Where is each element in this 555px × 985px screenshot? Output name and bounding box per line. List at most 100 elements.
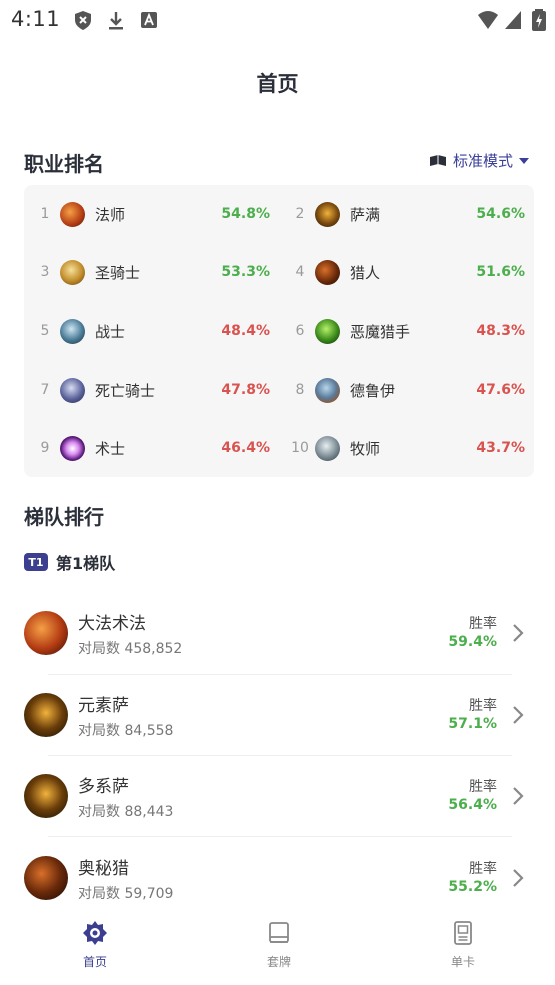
chevron-right-icon <box>513 787 524 805</box>
class-win-rate: 47.8% <box>221 382 270 398</box>
deck-games-count: 对局数 84,558 <box>78 723 174 739</box>
rank-number: 10 <box>291 440 309 456</box>
nav-decks[interactable]: 套牌 <box>229 920 329 970</box>
class-name: 萨满 <box>350 205 381 224</box>
class-rank-item[interactable]: 10 牧师 43.7% <box>283 428 533 468</box>
accessibility-icon <box>141 12 157 28</box>
page-title: 首页 <box>256 72 299 96</box>
class-win-rate: 53.3% <box>221 264 270 280</box>
shaman-deck-icon <box>24 693 68 737</box>
class-win-rate: 46.4% <box>221 440 270 456</box>
win-rate-label: 胜率 <box>469 861 497 877</box>
class-name: 术士 <box>95 439 126 458</box>
class-name: 德鲁伊 <box>350 381 396 400</box>
status-bar: 4:11 <box>0 0 555 40</box>
mage-class-icon <box>60 201 85 227</box>
rank-number: 2 <box>295 206 305 222</box>
chevron-right-icon <box>513 869 524 887</box>
hunter-deck-icon <box>24 856 68 900</box>
divider <box>48 836 512 837</box>
deck-list-item[interactable]: 大法术法 对局数 458,852 胜率 59.4% <box>24 593 534 673</box>
chevron-right-icon <box>513 706 524 724</box>
deck-games-count: 对局数 59,709 <box>78 886 174 902</box>
druid-class-icon <box>315 377 340 403</box>
deck-win-rate: 56.4% <box>448 797 497 813</box>
win-rate-label: 胜率 <box>469 698 497 714</box>
class-rank-item[interactable]: 5 战士 48.4% <box>28 311 278 351</box>
battery-icon <box>532 9 546 31</box>
class-win-rate: 51.6% <box>476 264 525 280</box>
book-icon <box>429 154 446 166</box>
download-icon <box>109 12 123 30</box>
chevron-right-icon <box>513 624 524 642</box>
class-name: 恶魔猎手 <box>350 322 411 341</box>
signal-icon <box>505 11 521 29</box>
rank-number: 5 <box>40 323 50 339</box>
class-name: 法师 <box>95 205 126 224</box>
warrior-class-icon <box>60 318 85 344</box>
rank-number: 9 <box>40 440 50 456</box>
death-knight-class-icon <box>60 377 85 403</box>
home-icon <box>83 921 107 945</box>
class-rank-item[interactable]: 9 术士 46.4% <box>28 428 278 468</box>
class-rank-item[interactable]: 4 猎人 51.6% <box>283 252 533 292</box>
tier-header: T1 第1梯队 <box>24 550 115 574</box>
rank-number: 1 <box>40 206 50 222</box>
deck-name: 大法术法 <box>78 614 146 634</box>
mode-label: 标准模式 <box>452 152 513 170</box>
class-rank-item[interactable]: 1 法师 54.8% <box>28 194 278 234</box>
deck-name: 奥秘猎 <box>78 859 129 879</box>
hunter-class-icon <box>315 259 340 285</box>
class-win-rate: 54.8% <box>221 206 270 222</box>
shield-icon <box>75 11 91 30</box>
shaman-class-icon <box>315 201 340 227</box>
nav-home-label: 首页 <box>82 955 107 969</box>
class-rank-item[interactable]: 6 恶魔猎手 48.3% <box>283 311 533 351</box>
deck-win-rate: 55.2% <box>448 879 497 895</box>
class-win-rate: 47.6% <box>476 382 525 398</box>
class-win-rate: 43.7% <box>476 440 525 456</box>
class-win-rate: 54.6% <box>476 206 525 222</box>
class-rank-item[interactable]: 2 萨满 54.6% <box>283 194 533 234</box>
rank-number: 3 <box>40 264 50 280</box>
deck-win-rate: 57.1% <box>448 716 497 732</box>
class-name: 牧师 <box>350 439 381 458</box>
rank-number: 8 <box>295 382 305 398</box>
bottom-nav: 首页 套牌 单卡 <box>0 910 555 985</box>
class-rank-item[interactable]: 3 圣骑士 53.3% <box>28 252 278 292</box>
nav-decks-label: 套牌 <box>266 955 291 969</box>
class-win-rate: 48.4% <box>221 323 270 339</box>
class-ranking-title: 职业排名 <box>24 152 104 176</box>
deck-list-item[interactable]: 多系萨 对局数 88,443 胜率 56.4% <box>24 756 534 836</box>
nav-home[interactable]: 首页 <box>45 920 145 970</box>
deck-list-item[interactable]: 元素萨 对局数 84,558 胜率 57.1% <box>24 675 534 755</box>
demon-hunter-class-icon <box>315 318 340 344</box>
class-rank-item[interactable]: 8 德鲁伊 47.6% <box>283 370 533 410</box>
paladin-class-icon <box>60 259 85 285</box>
deck-games-count: 对局数 458,852 <box>78 641 183 657</box>
deck-icon <box>269 922 289 943</box>
deck-list-item[interactable]: 奥秘猎 对局数 59,709 胜率 55.2% <box>24 838 534 918</box>
card-icon <box>454 921 472 945</box>
win-rate-label: 胜率 <box>469 616 497 632</box>
wifi-icon <box>478 11 498 29</box>
mage-deck-icon <box>24 611 68 655</box>
class-rank-item[interactable]: 7 死亡骑士 47.8% <box>28 370 278 410</box>
deck-games-count: 对局数 88,443 <box>78 804 174 820</box>
nav-cards-label: 单卡 <box>450 955 475 969</box>
class-name: 战士 <box>95 322 126 341</box>
deck-win-rate: 59.4% <box>448 634 497 650</box>
ladder-title: 梯队排行 <box>24 505 104 529</box>
rank-number: 6 <box>295 323 305 339</box>
status-time: 4:11 <box>11 7 61 31</box>
nav-cards[interactable]: 单卡 <box>413 920 513 970</box>
mode-selector[interactable]: 标准模式 <box>429 150 529 171</box>
deck-name: 元素萨 <box>78 696 129 716</box>
tier-badge: T1 <box>24 553 48 571</box>
class-ranking-card: 1 法师 54.8% 2 萨满 54.6% 3 圣骑士 53.3% 4 猎人 5… <box>24 185 534 477</box>
warlock-class-icon <box>60 435 85 461</box>
shaman-deck-icon <box>24 774 68 818</box>
deck-name: 多系萨 <box>78 777 129 797</box>
class-name: 猎人 <box>350 263 381 282</box>
class-name: 死亡骑士 <box>95 381 156 400</box>
